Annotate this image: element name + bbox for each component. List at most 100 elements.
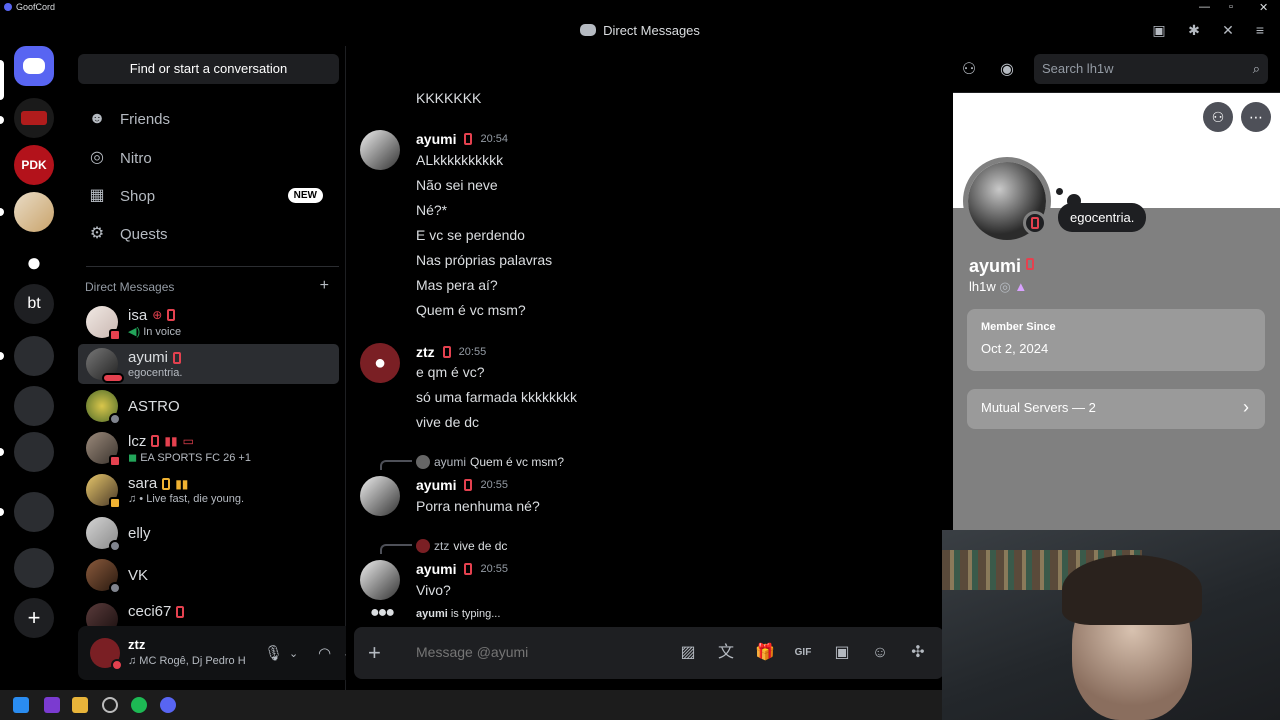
upload-plus-icon[interactable]: + bbox=[368, 640, 381, 666]
translate-icon[interactable]: 文 bbox=[716, 643, 736, 663]
server-bt[interactable]: bt bbox=[14, 284, 54, 324]
new-badge: NEW bbox=[287, 188, 323, 203]
minimize-icon[interactable]: — bbox=[1199, 1, 1210, 13]
dm-item-lcz[interactable]: lcz ▮▮ ▭ ◼ EA SPORTS FC 26 +1 bbox=[78, 428, 339, 468]
message-avatar[interactable] bbox=[360, 476, 400, 516]
sticker-icon[interactable]: ▣ bbox=[832, 643, 852, 663]
mobile-icon bbox=[176, 605, 185, 618]
offline-status-icon bbox=[109, 582, 121, 594]
quests-icon: ⚙ bbox=[89, 225, 105, 242]
message-line: Vivo? bbox=[416, 582, 451, 598]
nav-friends[interactable]: ☻ Friends bbox=[78, 101, 339, 137]
nav-shop[interactable]: ▦ Shop NEW bbox=[78, 178, 339, 214]
add-server-button[interactable]: + bbox=[14, 598, 54, 638]
windows-start-icon[interactable] bbox=[13, 697, 29, 713]
mobile-icon bbox=[464, 479, 473, 491]
find-conversation-button[interactable]: Find or start a conversation bbox=[78, 54, 339, 84]
message-author[interactable]: ayumi 20:54 bbox=[416, 131, 508, 147]
profile-panel: ⚇ ⋯ egocentria. ayumi lh1w ◎ ▲ Member Si… bbox=[953, 93, 1280, 530]
mobile-status-icon bbox=[109, 329, 121, 341]
close-icon[interactable]: ✕ bbox=[1259, 1, 1268, 14]
microphone-icon[interactable]: 🎙 bbox=[264, 644, 283, 662]
user-avatar[interactable] bbox=[90, 638, 123, 671]
more-options-icon[interactable]: ⋯ bbox=[1241, 102, 1271, 132]
apps-icon[interactable]: ✣ bbox=[908, 643, 928, 663]
dm-item-astro[interactable]: ASTRO bbox=[78, 386, 339, 426]
message-line: E vc se perdendo bbox=[416, 227, 525, 243]
nav-nitro[interactable]: ◎ Nitro bbox=[78, 140, 339, 176]
tools-icon[interactable]: ✕ bbox=[1220, 22, 1236, 38]
bug-icon[interactable]: ✱ bbox=[1186, 22, 1202, 38]
nitro-icon: ◎ bbox=[90, 149, 104, 166]
menu-icon[interactable]: ≡ bbox=[1252, 22, 1268, 38]
mobile-icon bbox=[442, 346, 451, 358]
message-avatar[interactable]: ● bbox=[360, 343, 400, 383]
taskbar-app-icon[interactable] bbox=[44, 697, 60, 713]
taskbar-app-icon[interactable] bbox=[102, 697, 118, 713]
member-since-card: Member Since Oct 2, 2024 bbox=[967, 309, 1265, 371]
dm-item-vk[interactable]: VK bbox=[78, 555, 339, 595]
message-author[interactable]: ayumi 20:55 bbox=[416, 477, 508, 493]
message-line: só uma farmada kkkkkkkk bbox=[416, 389, 578, 405]
server-icon[interactable] bbox=[14, 98, 54, 138]
chevron-down-icon[interactable]: ⌄ bbox=[289, 647, 298, 660]
server-folder[interactable] bbox=[14, 548, 54, 588]
file-explorer-icon[interactable] bbox=[72, 697, 88, 713]
dnd-status-icon bbox=[111, 659, 123, 671]
mutual-servers-button[interactable]: Mutual Servers — 2 › bbox=[967, 389, 1265, 429]
typing-dots-icon: ●●● bbox=[370, 604, 395, 621]
server-folder[interactable] bbox=[14, 386, 54, 426]
search-bar[interactable]: Search lh1w ⌕ bbox=[1034, 54, 1268, 84]
unread-indicator bbox=[0, 508, 4, 516]
server-folder[interactable] bbox=[14, 492, 54, 532]
status-bars-icon: ▮▮ bbox=[164, 434, 178, 448]
goofcord-icon[interactable] bbox=[160, 697, 176, 713]
message-line: ALkkkkkkkkkk bbox=[416, 152, 504, 168]
dm-section-header: Direct Messages bbox=[85, 280, 175, 294]
add-friend-icon[interactable]: ⚇ bbox=[1203, 102, 1233, 132]
dm-item-ceci67[interactable]: ceci67 bbox=[78, 597, 339, 627]
nitro-off-icon[interactable]: ▨ bbox=[678, 643, 698, 663]
avatar bbox=[86, 432, 121, 467]
mobile-status-icon bbox=[109, 455, 121, 467]
reply-preview[interactable]: ztz vive de dc bbox=[416, 539, 507, 553]
message-author[interactable]: ayumi 20:55 bbox=[416, 561, 508, 577]
message-avatar[interactable] bbox=[360, 130, 400, 170]
nitro-badge-icon: ◎ bbox=[999, 279, 1011, 294]
message-avatar[interactable] bbox=[360, 560, 400, 600]
gif-icon[interactable]: GIF bbox=[793, 643, 813, 663]
dm-item-isa[interactable]: isa ⊕ ◀) In voice bbox=[78, 302, 339, 342]
nav-quests[interactable]: ⚙ Quests bbox=[78, 216, 339, 252]
server-icon[interactable] bbox=[14, 192, 54, 232]
mobile-icon bbox=[151, 435, 160, 447]
server-folder[interactable] bbox=[14, 336, 54, 376]
headphones-icon[interactable]: ◠ bbox=[318, 644, 331, 662]
mobile-status-icon bbox=[109, 497, 121, 509]
server-user[interactable]: ● bbox=[14, 242, 54, 282]
unread-indicator bbox=[0, 208, 4, 216]
avatar bbox=[86, 517, 121, 552]
server-folder[interactable] bbox=[14, 432, 54, 472]
spotify-icon[interactable] bbox=[131, 697, 147, 713]
message-author[interactable]: ztz 20:55 bbox=[416, 344, 486, 360]
user-profile-icon[interactable]: ◉ bbox=[998, 61, 1016, 79]
dm-item-sara[interactable]: sara ▮▮ ♫ • Live fast, die young. bbox=[78, 470, 339, 510]
user-icon: ● bbox=[26, 246, 42, 277]
server-pdk[interactable]: PDK bbox=[14, 145, 54, 185]
gift-icon[interactable]: 🎁 bbox=[755, 643, 775, 663]
message-input[interactable] bbox=[416, 644, 666, 660]
home-button[interactable] bbox=[14, 46, 54, 86]
screen-share-icon[interactable]: ▣ bbox=[1151, 22, 1167, 38]
reply-preview[interactable]: ayumi Quem é vc msm? bbox=[416, 455, 564, 469]
offline-status-icon bbox=[109, 413, 121, 425]
server-list: PDK ● bt + bbox=[0, 46, 70, 690]
maximize-icon[interactable]: ▫ bbox=[1229, 1, 1233, 13]
create-dm-plus-icon[interactable]: + bbox=[320, 277, 329, 295]
dm-item-ayumi[interactable]: ayumi egocentria. bbox=[78, 344, 339, 384]
message-line: e qm é vc? bbox=[416, 364, 485, 380]
friends-icon: ☻ bbox=[88, 110, 106, 127]
emoji-icon[interactable]: ☺ bbox=[870, 643, 890, 663]
message-line: Quem é vc msm? bbox=[416, 302, 526, 318]
add-friends-icon[interactable]: ⚇ bbox=[960, 61, 978, 79]
dm-item-elly[interactable]: elly bbox=[78, 513, 339, 553]
